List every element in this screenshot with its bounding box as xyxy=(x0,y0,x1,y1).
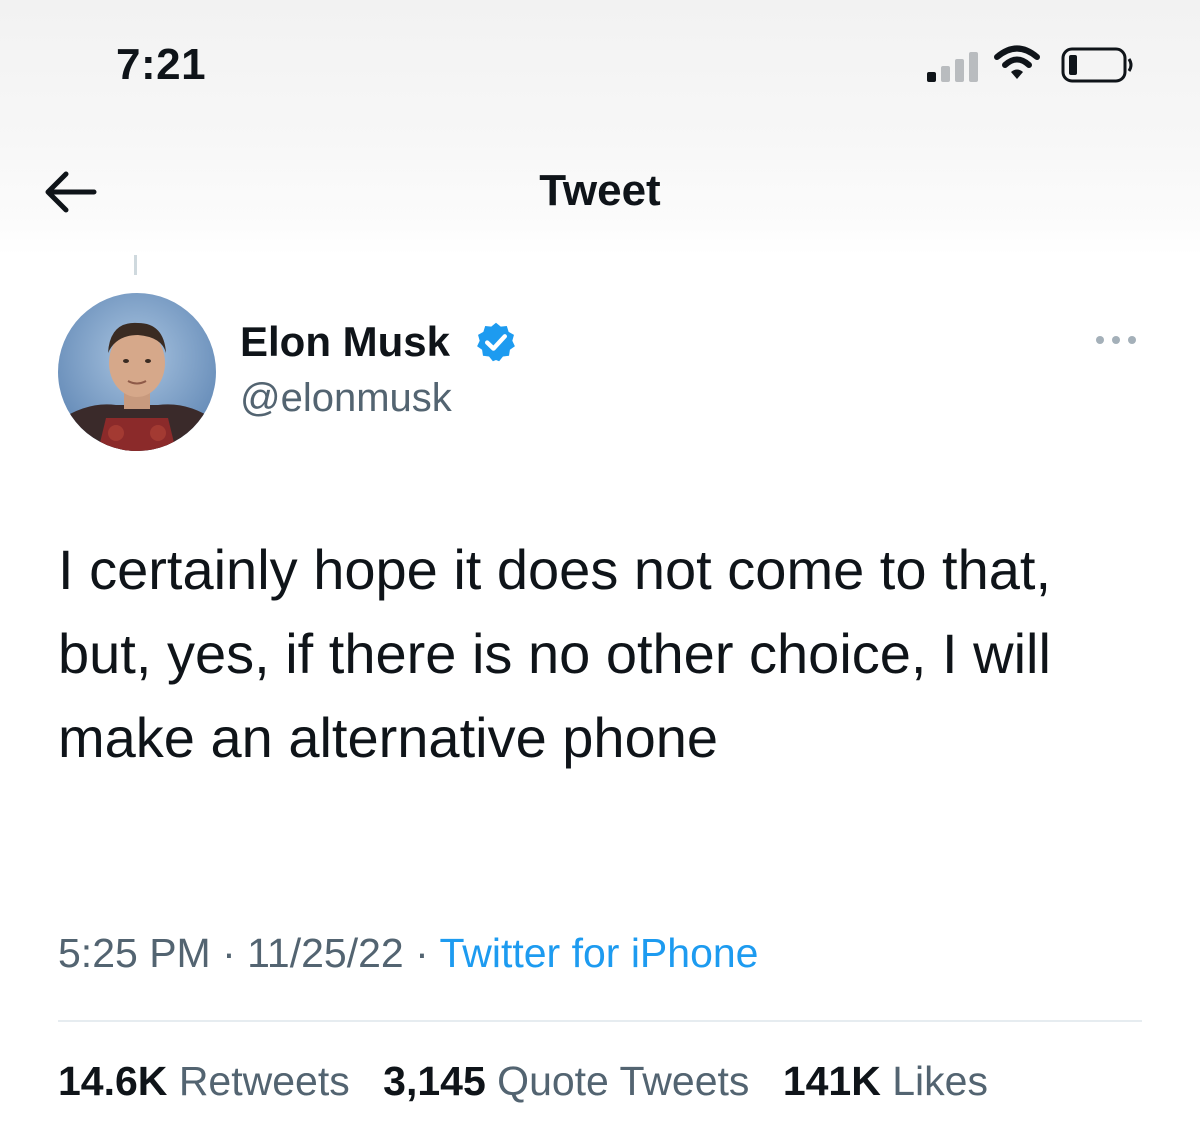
thread-connector-line xyxy=(134,255,137,275)
retweets-label: Retweets xyxy=(178,1058,350,1104)
page-title: Tweet xyxy=(539,166,661,215)
tweet-source-link[interactable]: Twitter for iPhone xyxy=(439,930,758,976)
display-name[interactable]: Elon Musk xyxy=(240,318,450,366)
tweet-text: I certainly hope it does not come to tha… xyxy=(58,538,1052,769)
quote-tweets-stat[interactable]: 3,145 Quote Tweets xyxy=(383,1058,761,1104)
tweet-time: 5:25 PM xyxy=(58,930,211,976)
status-bar-time: 7:21 xyxy=(116,40,207,89)
verified-badge-icon xyxy=(477,322,515,362)
user-handle[interactable]: @elonmusk xyxy=(240,376,452,421)
battery-icon xyxy=(1061,47,1133,83)
retweets-count: 14.6K xyxy=(58,1058,168,1104)
metadata-separator: · xyxy=(222,930,236,976)
wifi-icon xyxy=(994,45,1040,79)
quote-tweets-count: 3,145 xyxy=(383,1058,486,1104)
tweet-metadata: 5:25 PM · 11/25/22 · Twitter for iPhone xyxy=(58,930,758,977)
avatar[interactable] xyxy=(58,293,216,451)
retweets-stat[interactable]: 14.6K Retweets xyxy=(58,1058,361,1104)
quote-tweets-label: Quote Tweets xyxy=(497,1058,750,1104)
likes-stat[interactable]: 141K Likes xyxy=(783,1058,988,1104)
cellular-signal-icon xyxy=(927,50,979,82)
likes-label: Likes xyxy=(892,1058,988,1104)
tweet-stats: 14.6K Retweets 3,145 Quote Tweets 141K L… xyxy=(58,1058,1010,1105)
likes-count: 141K xyxy=(782,1058,881,1104)
header-background xyxy=(0,0,1200,255)
tweet-date: 11/25/22 xyxy=(247,930,404,976)
metadata-separator: · xyxy=(415,930,429,976)
divider xyxy=(58,1020,1142,1022)
more-horizontal-icon[interactable] xyxy=(1094,334,1138,346)
